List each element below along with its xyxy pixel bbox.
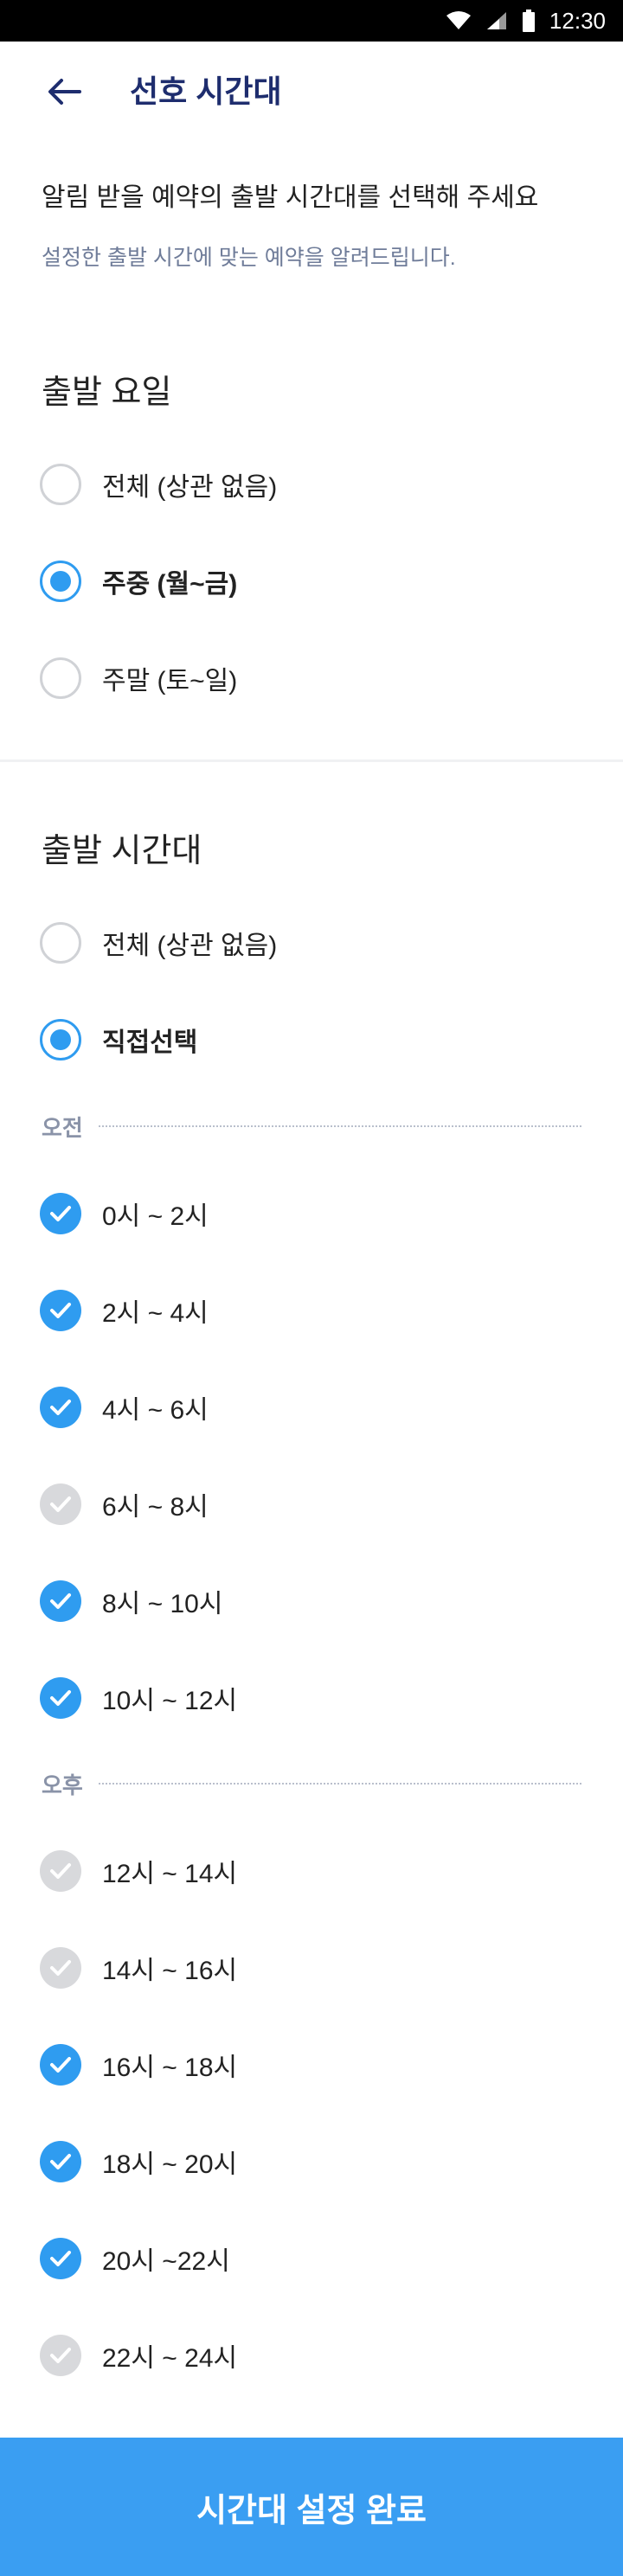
time-slot[interactable]: 16시 ~ 18시 (40, 2039, 576, 2091)
radio-unselected[interactable] (40, 657, 81, 699)
time-slot[interactable]: 2시 ~ 4시 (40, 1285, 576, 1336)
slot-label: 12시 ~ 14시 (102, 1860, 238, 1888)
time-section-title: 출발 시간대 (42, 833, 202, 869)
am-group-header: 오전 (42, 1109, 581, 1144)
check-icon (50, 1303, 71, 1318)
radio-unselected[interactable] (40, 464, 81, 505)
status-time: 12:30 (549, 7, 606, 34)
check-icon (50, 1400, 71, 1415)
time-slot[interactable]: 8시 ~ 10시 (40, 1575, 576, 1627)
slot-label: 6시 ~ 8시 (102, 1493, 209, 1522)
checkbox-checked[interactable] (40, 1193, 81, 1234)
option-label: 전체 (상관 없음) (102, 932, 278, 960)
day-option-weekend[interactable]: 주말 (토~일) (40, 652, 576, 704)
time-slot[interactable]: 14시 ~ 16시 (40, 1942, 576, 1994)
checkbox-unchecked[interactable] (40, 1483, 81, 1525)
status-bar: 12:30 (0, 0, 623, 42)
slot-label: 14시 ~ 16시 (102, 1957, 238, 1985)
back-button[interactable] (40, 67, 88, 116)
checkbox-checked[interactable] (40, 1580, 81, 1622)
radio-unselected[interactable] (40, 922, 81, 964)
slot-label: 2시 ~ 4시 (102, 1299, 209, 1328)
check-icon (50, 1593, 71, 1609)
checkbox-checked[interactable] (40, 1290, 81, 1331)
pm-group-header: 오후 (42, 1766, 581, 1801)
option-label: 주말 (토~일) (102, 667, 238, 695)
intro-subtitle: 설정한 출발 시간에 맞는 예약을 알려드립니다. (42, 246, 456, 270)
pm-label: 오후 (42, 1772, 83, 1798)
check-icon (50, 2251, 71, 2266)
option-label: 주중 (월~금) (102, 570, 238, 599)
checkbox-checked[interactable] (40, 2044, 81, 2086)
intro-title: 알림 받을 예약의 출발 시간대를 선택해 주세요 (42, 183, 539, 212)
radio-selected[interactable] (40, 561, 81, 602)
signal-icon (486, 12, 506, 29)
checkbox-unchecked[interactable] (40, 2335, 81, 2376)
checkbox-checked[interactable] (40, 1387, 81, 1428)
app-bar: 선호 시간대 (0, 42, 623, 138)
day-option-all[interactable]: 전체 (상관 없음) (40, 458, 576, 510)
back-arrow-icon (48, 79, 81, 105)
confirm-button-label: 시간대 설정 완료 (196, 2492, 427, 2529)
check-icon (50, 2057, 71, 2073)
slot-label: 10시 ~ 12시 (102, 1687, 238, 1715)
day-option-weekday[interactable]: 주중 (월~금) (40, 555, 576, 607)
time-slot[interactable]: 18시 ~ 20시 (40, 2136, 576, 2188)
time-slot[interactable]: 10시 ~ 12시 (40, 1672, 576, 1724)
check-icon (50, 2154, 71, 2169)
page-title: 선호 시간대 (130, 74, 282, 109)
slot-label: 18시 ~ 20시 (102, 2150, 238, 2179)
slot-label: 8시 ~ 10시 (102, 1590, 223, 1618)
checkbox-unchecked[interactable] (40, 1850, 81, 1892)
checkbox-unchecked[interactable] (40, 1947, 81, 1989)
status-icons: 12:30 (446, 0, 606, 42)
time-slot[interactable]: 4시 ~ 6시 (40, 1381, 576, 1433)
time-slot[interactable]: 22시 ~ 24시 (40, 2329, 576, 2381)
section-divider (0, 759, 623, 762)
check-icon (50, 1690, 71, 1706)
slot-label: 20시 ~22시 (102, 2247, 230, 2276)
check-icon (50, 1496, 71, 1512)
slot-label: 16시 ~ 18시 (102, 2054, 238, 2082)
checkbox-checked[interactable] (40, 1677, 81, 1719)
time-slot[interactable]: 6시 ~ 8시 (40, 1478, 576, 1530)
slot-label: 4시 ~ 6시 (102, 1396, 209, 1425)
option-label: 전체 (상관 없음) (102, 473, 278, 502)
time-slot[interactable]: 0시 ~ 2시 (40, 1188, 576, 1240)
slot-label: 0시 ~ 2시 (102, 1202, 209, 1231)
time-option-custom[interactable]: 직접선택 (40, 1014, 576, 1066)
dotted-divider (98, 1783, 581, 1785)
time-slot[interactable]: 20시 ~22시 (40, 2233, 576, 2284)
wifi-icon (446, 11, 471, 29)
checkbox-checked[interactable] (40, 2238, 81, 2279)
check-icon (50, 1206, 71, 1221)
slot-label: 22시 ~ 24시 (102, 2344, 238, 2373)
option-label: 직접선택 (102, 1028, 198, 1057)
radio-selected[interactable] (40, 1019, 81, 1061)
time-option-all[interactable]: 전체 (상관 없음) (40, 917, 576, 969)
am-label: 오전 (42, 1114, 83, 1141)
check-icon (50, 2348, 71, 2363)
check-icon (50, 1863, 71, 1879)
battery-icon (522, 10, 535, 32)
checkbox-checked[interactable] (40, 2141, 81, 2182)
check-icon (50, 1960, 71, 1976)
day-section-title: 출발 요일 (42, 375, 172, 411)
confirm-button[interactable]: 시간대 설정 완료 (0, 2438, 623, 2576)
dotted-divider (98, 1125, 581, 1127)
time-slot[interactable]: 12시 ~ 14시 (40, 1845, 576, 1897)
